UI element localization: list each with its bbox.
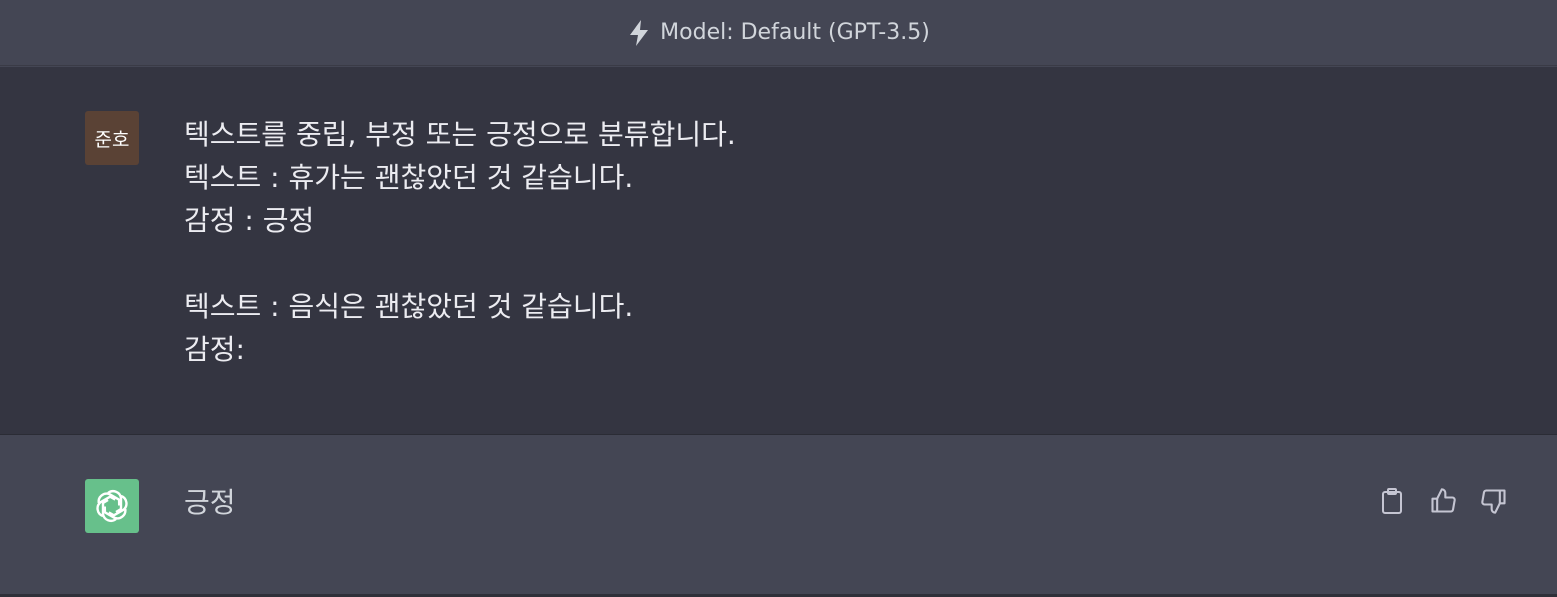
user-avatar-text: 준호: [94, 128, 130, 151]
user-message-text: 텍스트를 중립, 부정 또는 긍정으로 분류합니다. 텍스트 : 휴가는 괜찮았…: [184, 118, 736, 366]
thumbs-up-icon[interactable]: [1428, 486, 1458, 516]
model-label: Model: Default (GPT-3.5): [660, 20, 930, 45]
thumbs-down-icon[interactable]: [1479, 486, 1509, 516]
openai-logo-icon: [85, 479, 139, 533]
assistant-message-text: 긍정: [184, 486, 236, 519]
message-actions: [1377, 486, 1509, 516]
assistant-message-row: 긍정: [0, 436, 1557, 594]
model-header: Model: Default (GPT-3.5): [0, 0, 1557, 66]
lightning-bolt-icon: [627, 19, 651, 47]
copy-icon[interactable]: [1377, 486, 1407, 516]
user-message-row: 준호 텍스트를 중립, 부정 또는 긍정으로 분류합니다. 텍스트 : 휴가는 …: [0, 67, 1557, 435]
user-avatar: 준호: [85, 111, 139, 165]
